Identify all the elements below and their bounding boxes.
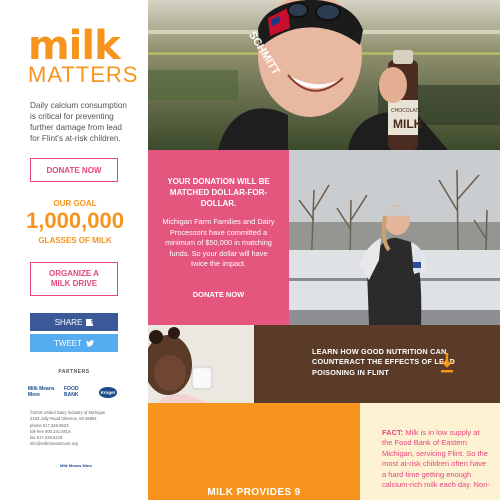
learn-nutrition-link[interactable]: LEARN HOW GOOD NUTRITION CAN COUNTERACT … — [254, 325, 500, 403]
milk-matters-logo[interactable]: milk MATTERS — [28, 23, 139, 87]
runner-illustration — [289, 150, 500, 325]
sidebar: milk MATTERS Daily calcium consumption i… — [0, 0, 148, 500]
partner-logo-food-bank[interactable]: FOOD BANK — [64, 384, 90, 400]
donate-now-button[interactable]: DONATE NOW — [30, 158, 118, 182]
child-illustration — [148, 325, 254, 403]
partner-name: FOOD BANK — [64, 386, 79, 398]
bottle-text-2: MILK — [393, 117, 423, 131]
donate-now-label: DONATE NOW — [46, 165, 102, 175]
organize-label-line2: MILK DRIVE — [50, 279, 98, 288]
contact-info: ©2016 United Dairy Industry of Michigan … — [30, 410, 130, 448]
logo-matters: MATTERS — [28, 62, 139, 87]
match-body: Michigan Farm Families and Dairy Process… — [162, 217, 275, 269]
intro-text: Daily calcium consumption is critical fo… — [30, 101, 127, 143]
organize-label-line1: ORGANIZE A — [49, 269, 99, 278]
milk-provides-panel: MILK PROVIDES 9 — [148, 403, 360, 500]
match-heading: YOUR DONATION WILL BE MATCHED DOLLAR-FOR… — [167, 177, 270, 208]
child-drinking-milk-photo — [148, 325, 254, 403]
bottle-text-1: CHOCOLATE — [391, 108, 422, 114]
donation-match-panel: YOUR DONATION WILL BE MATCHED DOLLAR-FOR… — [148, 150, 289, 325]
fact-label: FACT: — [382, 428, 404, 437]
goal-label: OUR GOAL — [53, 199, 97, 208]
partner-name: Milk Means More — [28, 386, 55, 398]
partner-logo-kroger[interactable]: Kroger — [96, 384, 120, 400]
footer-logo[interactable]: Milk Means More — [60, 463, 92, 468]
share-label: SHARE — [54, 317, 83, 327]
hero-swimmer-photo: SCHMITT CHOCOLATE MILK — [148, 0, 500, 150]
tweet-label: TWEET — [54, 338, 82, 348]
twitter-icon — [86, 339, 94, 347]
email-link[interactable]: info@milkmeansmore.org — [30, 441, 130, 447]
download-arrow-icon — [441, 353, 453, 373]
fact-body: Milk is in low supply at the Food Bank o… — [382, 428, 490, 490]
facebook-icon: f — [86, 318, 94, 326]
goal-number: 1,000,000 — [26, 208, 124, 233]
swimmer-illustration: SCHMITT CHOCOLATE MILK — [148, 0, 500, 150]
partner-logo-milk-means-more[interactable]: Milk Means More — [28, 384, 58, 400]
milk-provides-heading: MILK PROVIDES 9 — [207, 487, 301, 498]
facebook-share-button[interactable]: SHARE f — [30, 313, 118, 331]
partner-name: Kroger — [100, 389, 116, 395]
match-donate-link[interactable]: DONATE NOW — [148, 290, 289, 299]
fact-panel: FACT: Milk is in low supply at the Food … — [360, 403, 500, 500]
runner-photo — [289, 150, 500, 325]
footer-logo-label: Milk Means More — [60, 463, 93, 468]
twitter-tweet-button[interactable]: TWEET — [30, 334, 118, 352]
partners-heading: PARTNERS — [58, 369, 90, 375]
logo-milk: milk — [28, 23, 121, 69]
organize-milk-drive-button[interactable]: ORGANIZE A MILK DRIVE — [30, 262, 118, 296]
kroger-badge: Kroger — [98, 386, 118, 398]
goal-unit: GLASSES OF MILK — [38, 236, 112, 245]
